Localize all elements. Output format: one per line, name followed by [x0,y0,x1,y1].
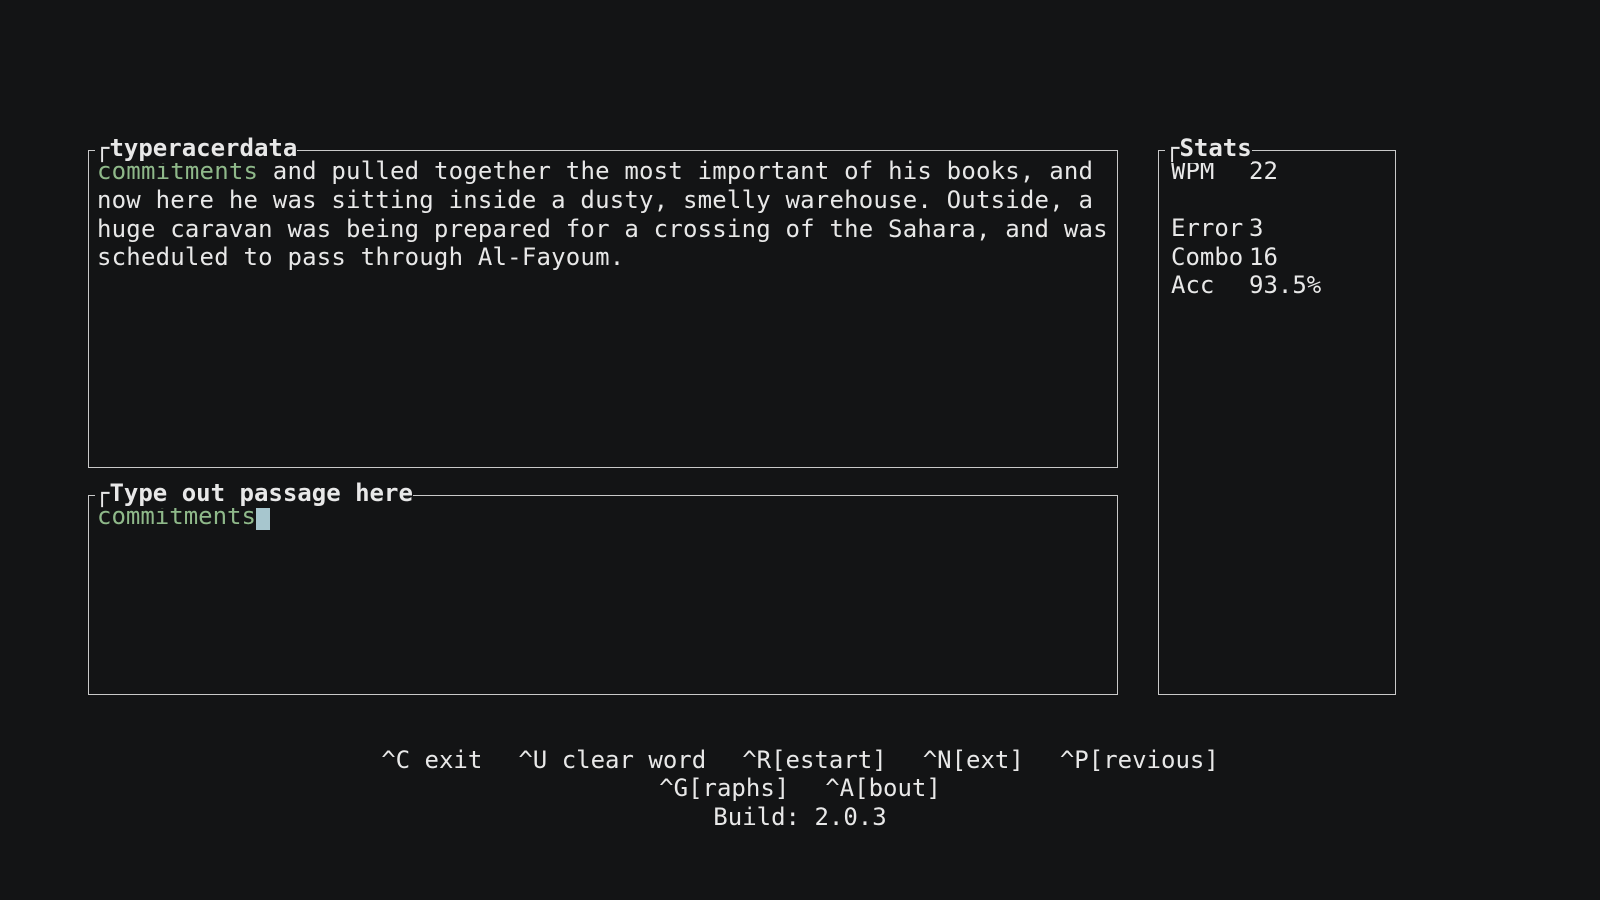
passage-text: commitments and pulled together the most… [97,157,1109,272]
stat-combo-label: Combo [1171,243,1249,272]
build-line: Build: 2.0.3 [0,803,1600,832]
stats-panel-title: ┌Stats [1165,134,1252,163]
input-panel-title: ┌Type out passage here [95,479,413,508]
stats-title-text: Stats [1179,134,1251,162]
stats-panel: ┌Stats WPM 22 Error 3 Combo 16 Acc 93.5% [1158,150,1396,695]
stat-wpm-value: 22 [1249,157,1278,186]
stat-error-value: 3 [1249,214,1263,243]
passage-panel-title: ┌typeracerdata [95,134,297,163]
stat-acc-label: Acc [1171,271,1249,300]
shortcut-line-2: ^G[raphs] ^A[bout] [0,774,1600,803]
build-version: 2.0.3 [814,803,886,831]
stat-error: Error 3 [1171,214,1383,243]
shortcut-about[interactable]: ^A[bout] [825,774,941,803]
shortcut-previous[interactable]: ^P[revious] [1060,746,1219,775]
shortcut-line-1: ^C exit ^U clear word ^R[estart] ^N[ext]… [0,746,1600,775]
shortcut-exit[interactable]: ^C exit [381,746,482,775]
passage-panel: ┌typeracerdata commitments and pulled to… [88,150,1118,468]
footer: ^C exit ^U clear word ^R[estart] ^N[ext]… [0,746,1600,832]
left-column: ┌typeracerdata commitments and pulled to… [88,150,1118,695]
shortcut-clear-word[interactable]: ^U clear word [518,746,706,775]
shortcut-next[interactable]: ^N[ext] [923,746,1024,775]
input-panel[interactable]: ┌Type out passage here commitments [88,495,1118,695]
panels-row: ┌typeracerdata commitments and pulled to… [88,150,1512,695]
shortcut-graphs[interactable]: ^G[raphs] [659,774,789,803]
input-title-text: Type out passage here [109,479,412,507]
stats-body: WPM 22 Error 3 Combo 16 Acc 93.5% [1171,157,1383,300]
stat-spacer [1171,186,1383,214]
passage-title-text: typeracerdata [109,134,297,162]
stat-acc-value: 93.5% [1249,271,1321,300]
stat-combo: Combo 16 [1171,243,1383,272]
build-label: Build: [713,803,814,831]
stat-combo-value: 16 [1249,243,1278,272]
shortcut-restart[interactable]: ^R[estart] [742,746,887,775]
stat-error-label: Error [1171,214,1249,243]
stat-acc: Acc 93.5% [1171,271,1383,300]
app-root: ┌typeracerdata commitments and pulled to… [0,0,1600,900]
